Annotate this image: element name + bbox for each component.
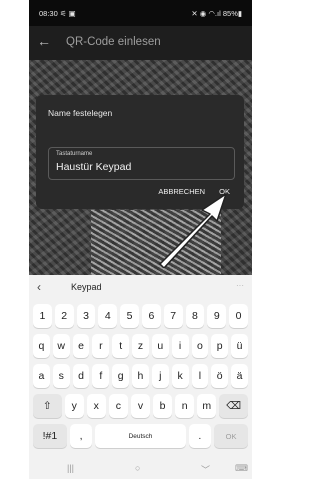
key[interactable]: c [108,394,128,418]
suggestion-back-icon[interactable]: ‹ [37,280,41,294]
field-label: Tastaturname [56,151,93,157]
key[interactable]: 8 [185,304,205,328]
key[interactable]: d [72,364,90,388]
back-arrow-icon[interactable]: ← [37,33,51,49]
key[interactable]: y [64,394,84,418]
keyboard-icon[interactable]: ⌨ [235,463,248,474]
key[interactable]: v [130,394,151,418]
key[interactable]: s [52,364,70,388]
key[interactable]: n [175,394,195,418]
key[interactable]: 0 [229,304,248,328]
key[interactable]: q [33,334,50,358]
key[interactable]: 6 [141,304,161,328]
recents-icon[interactable]: ||| [67,463,74,473]
key[interactable]: i [171,334,189,358]
number-row: 1 2 3 4 5 6 7 8 9 0 [33,304,248,328]
letter-row-2: a s d f g h j k l ö ä [33,364,248,388]
shift-key-icon[interactable]: ⇧ [33,394,62,418]
key[interactable]: p [211,334,229,358]
key[interactable]: 3 [76,304,96,328]
comma-key[interactable]: , [69,424,93,448]
key[interactable]: m [197,394,217,418]
key[interactable]: j [151,364,169,388]
symbols-key[interactable]: !#1 [33,424,67,448]
back-icon[interactable]: ﹀ [201,463,210,476]
key[interactable]: 1 [33,304,52,328]
system-nav-bar: ||| ○ ﹀ ⌨ [29,459,252,479]
home-icon[interactable]: ○ [135,463,140,473]
space-key[interactable]: Deutsch [95,424,186,448]
key[interactable]: g [112,364,130,388]
ok-key[interactable]: OK [214,424,248,448]
status-icons: ✕ ◉ ◠.ıl 85%▮ [191,9,242,18]
keyboard: ‹ Keypad ··· 1 2 3 4 5 6 7 8 9 0 q w e r… [29,275,252,479]
key[interactable]: o [191,334,209,358]
dialog-title: Name festelegen [48,108,113,118]
status-bar: 08:30 ⚟ ▣ ✕ ◉ ◠.ıl 85%▮ [29,0,252,26]
page-title: QR-Code einlesen [66,36,161,48]
key[interactable]: ö [211,364,229,388]
key[interactable]: 7 [163,304,183,328]
field-value[interactable]: Haustür Keypad [56,161,131,173]
app-bar: ← QR-Code einlesen [29,26,252,60]
letter-row-1: q w e r t z u i o p ü [33,334,248,358]
suggestion-bar: ‹ Keypad ··· [29,275,252,299]
period-key[interactable]: . [188,424,212,448]
key[interactable]: 4 [98,304,118,328]
phone-screen: 08:30 ⚟ ▣ ✕ ◉ ◠.ıl 85%▮ ← QR-Code einles… [29,0,252,479]
key[interactable]: b [153,394,173,418]
key[interactable]: z [132,334,149,358]
key[interactable]: l [191,364,209,388]
bottom-row: !#1 , Deutsch . OK [33,424,248,448]
key[interactable]: 5 [120,304,139,328]
key[interactable]: 9 [207,304,227,328]
key[interactable]: w [52,334,70,358]
status-time: 08:30 ⚟ ▣ [39,9,76,18]
key[interactable]: ü [231,334,248,358]
key[interactable]: a [33,364,50,388]
key[interactable]: t [112,334,130,358]
key[interactable]: k [171,364,189,388]
backspace-key-icon[interactable]: ⌫ [219,394,248,418]
key[interactable]: e [72,334,90,358]
pointer-arrow-icon [159,193,227,268]
key[interactable]: u [151,334,169,358]
key[interactable]: r [92,334,110,358]
letter-row-3: ⇧ y x c v b n m ⌫ [33,394,248,418]
key[interactable]: ä [231,364,248,388]
key[interactable]: 2 [54,304,74,328]
key[interactable]: h [132,364,149,388]
keypad-name-field[interactable]: Tastaturname Haustür Keypad [48,147,235,180]
key[interactable]: x [86,394,106,418]
suggestion-word[interactable]: Keypad [71,282,102,292]
more-icon[interactable]: ··· [236,281,244,290]
key[interactable]: f [92,364,110,388]
